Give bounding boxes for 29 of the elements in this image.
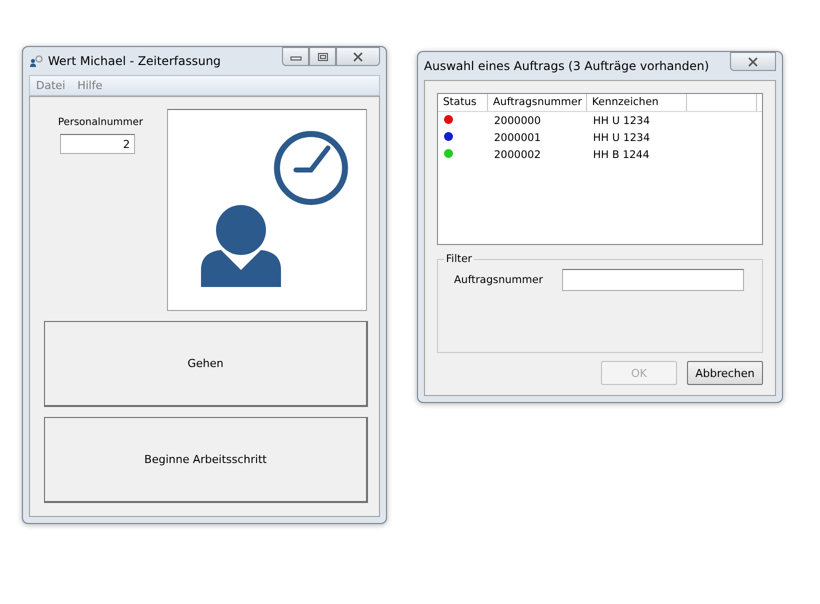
- maximize-button[interactable]: [309, 47, 336, 66]
- close-icon: [747, 56, 759, 66]
- input-field[interactable]: [562, 269, 744, 291]
- table-cell-text: HH U 1234: [592, 132, 651, 144]
- group-title: Filter: [445, 253, 474, 265]
- dialog-button[interactable]: Abbrechen: [687, 361, 763, 385]
- menu-item[interactable]: Hilfe: [73, 79, 106, 92]
- table-cell-text: HH B 1244: [592, 148, 650, 160]
- table-cell-text: 2000000: [493, 114, 542, 126]
- close-button[interactable]: [336, 47, 380, 66]
- field-label: Auftragsnummer: [453, 274, 544, 286]
- column-header[interactable]: Status: [438, 94, 488, 111]
- action-button[interactable]: Beginne Arbeitsschritt: [44, 417, 368, 503]
- close-icon: [352, 52, 364, 62]
- column-header[interactable]: Auftragsnummer: [488, 94, 587, 111]
- column-header[interactable]: Kennzeichen: [587, 94, 687, 111]
- minimize-button[interactable]: [282, 47, 309, 66]
- menu-item[interactable]: Datei: [32, 79, 70, 92]
- action-button[interactable]: Gehen: [44, 321, 368, 407]
- window-title: Wert Michael - Zeiterfassung: [48, 54, 222, 68]
- table-cell-text: HH U 1234: [592, 114, 651, 126]
- window-title: Auswahl eines Auftrags (3 Aufträge vorhanden): [424, 59, 710, 73]
- input-field[interactable]: 2: [60, 134, 135, 154]
- close-button[interactable]: [730, 52, 776, 71]
- table-cell-text: 2000001: [493, 132, 542, 144]
- person-clock-icon: [29, 55, 43, 67]
- table-cell-text: 2000002: [493, 148, 542, 160]
- field-label: Personalnummer: [58, 117, 143, 128]
- restore-icon: [316, 52, 328, 62]
